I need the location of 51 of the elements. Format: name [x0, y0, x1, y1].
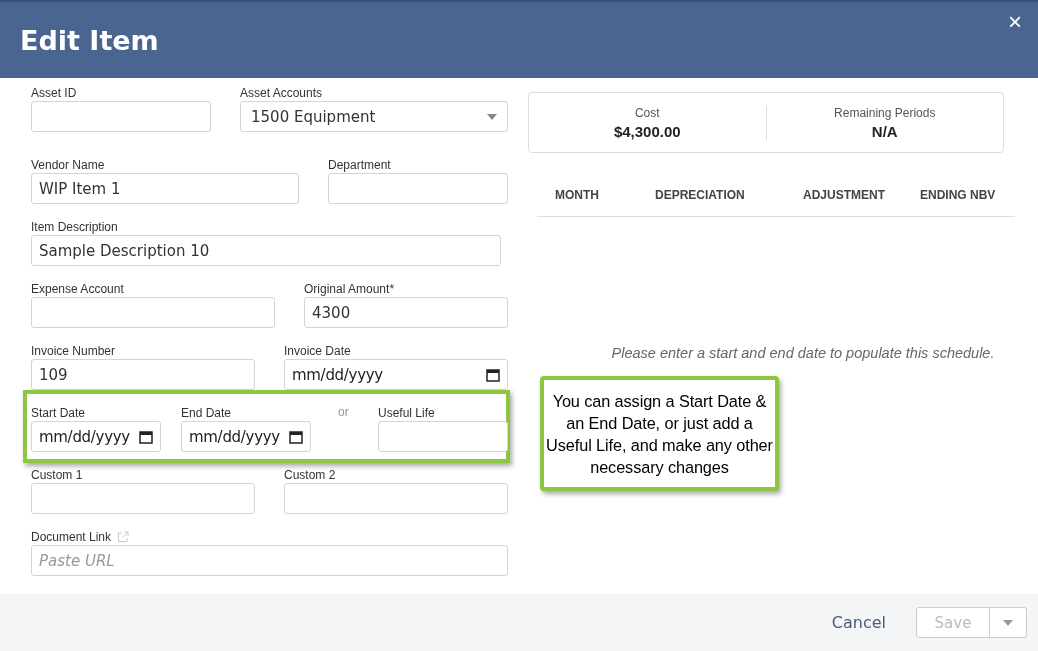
account-dropdown[interactable]: 1500 Equipment: [240, 101, 508, 132]
field-label: Item Description: [31, 220, 118, 234]
save-options-button[interactable]: [990, 607, 1027, 638]
empty-schedule-message: Please enter a start and end date to populate this schedule.: [610, 345, 996, 361]
dialog-title: Edit Item: [20, 24, 159, 56]
summary-value: $4,300.00: [613, 122, 681, 140]
text-field[interactable]: [31, 483, 255, 514]
external-link-icon[interactable]: [117, 531, 130, 543]
field-label: Department: [328, 158, 391, 172]
field-label: Asset ID: [31, 86, 77, 100]
column-header: ENDING NBV: [919, 188, 997, 202]
calendar-icon[interactable]: [289, 429, 303, 444]
callout-note: You can assign a Start Date & an End Date, or just add a Useful Life, and make any other necessary changes: [540, 376, 779, 491]
text-field[interactable]: Sample Description 10: [31, 235, 501, 266]
caret-icon: [487, 113, 497, 120]
column-header: ADJUSTMENT: [802, 188, 886, 202]
date-field[interactable]: mm/dd/yyyy: [31, 421, 161, 452]
field-label: Vendor Name: [31, 158, 105, 172]
field-label: Start Date: [31, 406, 86, 420]
cancel-button[interactable]: Cancel: [825, 612, 892, 633]
field-label: Asset Accounts: [240, 86, 323, 100]
text-field[interactable]: [284, 483, 508, 514]
text-field[interactable]: [378, 421, 508, 452]
calendar-icon[interactable]: [139, 429, 153, 444]
caret-icon: [1003, 619, 1013, 626]
text-field[interactable]: [31, 297, 275, 328]
field-label: Invoice Number: [31, 344, 116, 358]
date-field[interactable]: mm/dd/yyyy: [181, 421, 311, 452]
field-label: Useful Life: [378, 406, 435, 420]
field-label: Invoice Date: [284, 344, 351, 358]
field-label: Expense Account: [31, 282, 124, 296]
or-label: or: [337, 405, 349, 419]
text-field[interactable]: [31, 101, 211, 132]
url-field[interactable]: Paste URL: [31, 545, 508, 576]
field-label: Original Amount*: [304, 282, 395, 296]
column-header: DEPRECIATION: [654, 188, 746, 202]
text-field[interactable]: 4300: [304, 297, 508, 328]
column-header: MONTH: [554, 188, 600, 202]
summary-label: Remaining Periods: [834, 105, 936, 120]
field-label: Custom 1: [31, 468, 83, 482]
field-label: Document Link: [31, 530, 112, 544]
summary-label: Cost: [634, 105, 660, 120]
text-field[interactable]: WIP Item 1: [31, 173, 299, 204]
text-field[interactable]: 109: [31, 359, 255, 390]
field-label: Custom 2: [284, 468, 336, 482]
calendar-icon[interactable]: [486, 367, 500, 382]
field-label: End Date: [181, 406, 232, 420]
close-button[interactable]: ×: [1006, 10, 1024, 34]
summary-value: N/A: [871, 122, 898, 140]
date-field[interactable]: mm/dd/yyyy: [284, 359, 508, 390]
text-field[interactable]: [328, 173, 508, 204]
